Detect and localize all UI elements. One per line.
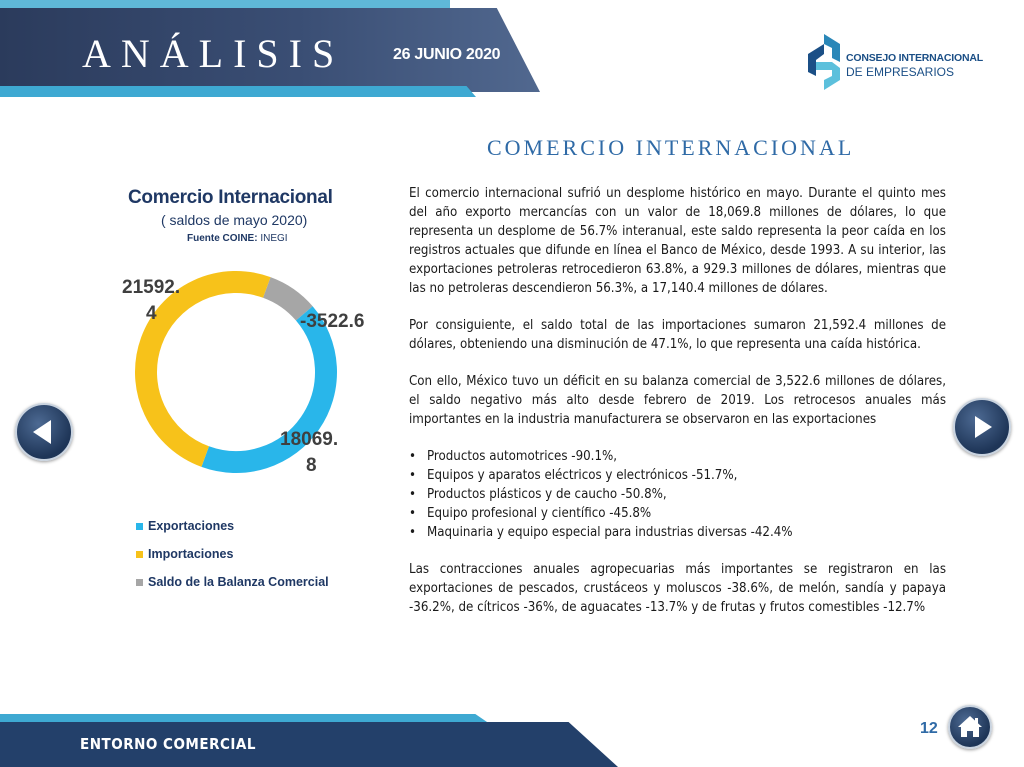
chart-source: Fuente COINE: INEGI [187,233,288,244]
list-item: Maquinaria y equipo especial para indust… [409,523,946,542]
legend-swatch [136,522,143,530]
chart-subtitle: ( saldos de mayo 2020) [161,212,308,228]
chart-legend: Exportaciones Importaciones Saldo de la … [136,512,329,596]
paragraph: Por consiguiente, el saldo total de las … [409,318,946,352]
legend-item-importaciones: Importaciones [136,540,329,568]
list-item: Productos automotrices -90.1%, [409,447,946,466]
slice-saldo [262,277,313,321]
donut-chart: 21592. 4 -3522.6 18069. 8 [122,270,364,476]
logo-line2: DE EMPRESARIOS [846,65,955,79]
data-label-importaciones-1: 21592. [122,277,180,298]
next-page-button[interactable] [953,398,1011,456]
paragraph: Con ello, México tuvo un déficit en su b… [409,374,946,427]
data-label-exportaciones-1: 18069. [280,429,338,450]
home-button[interactable] [948,705,992,749]
section-title: COMERCIO INTERNACIONAL [487,135,855,160]
chart-source-value: INEGI [260,233,288,244]
logo-mark-icon [808,34,840,90]
chart-title: Comercio Internacional [128,187,333,208]
legend-label: Saldo de la Balanza Comercial [148,575,329,589]
arrow-left-icon [33,420,51,444]
home-icon [958,716,982,737]
data-label-exportaciones-2: 8 [306,455,317,476]
page-title: ANÁLISIS [82,31,345,76]
paragraph: El comercio internacional sufrió un desp… [409,186,946,296]
data-label-importaciones-2: 4 [146,303,157,324]
legend-item-saldo: Saldo de la Balanza Comercial [136,568,329,596]
list-item: Productos plásticos y de caucho -50.8%, [409,485,946,504]
slice-importaciones [134,270,271,467]
header-accent-bottom [0,86,476,97]
legend-label: Exportaciones [148,519,235,533]
header-date: 26 JUNIO 2020 [393,46,501,63]
list-item: Equipos y aparatos eléctricos y electrón… [409,466,946,485]
page-number: 12 [920,720,938,737]
footer-label: ENTORNO COMERCIAL [80,735,256,753]
legend-swatch [136,578,143,586]
list-item: Equipo profesional y científico -45.8% [409,504,946,523]
company-logo: CONSEJO INTERNACIONAL DE EMPRESARIOS [806,32,983,92]
legend-item-exportaciones: Exportaciones [136,512,329,540]
data-label-saldo: -3522.6 [300,311,364,332]
previous-page-button[interactable] [15,403,73,461]
article-body: El comercio internacional sufrió un desp… [409,184,946,635]
arrow-right-icon [975,416,992,438]
logo-line1: CONSEJO INTERNACIONAL [846,52,983,64]
legend-swatch [136,550,143,558]
chart-source-label: Fuente COINE: [187,233,258,244]
paragraph: Las contracciones anuales agropecuarias … [409,562,946,615]
legend-label: Importaciones [148,547,234,561]
bullet-list: Productos automotrices -90.1%, Equipos y… [409,447,946,542]
